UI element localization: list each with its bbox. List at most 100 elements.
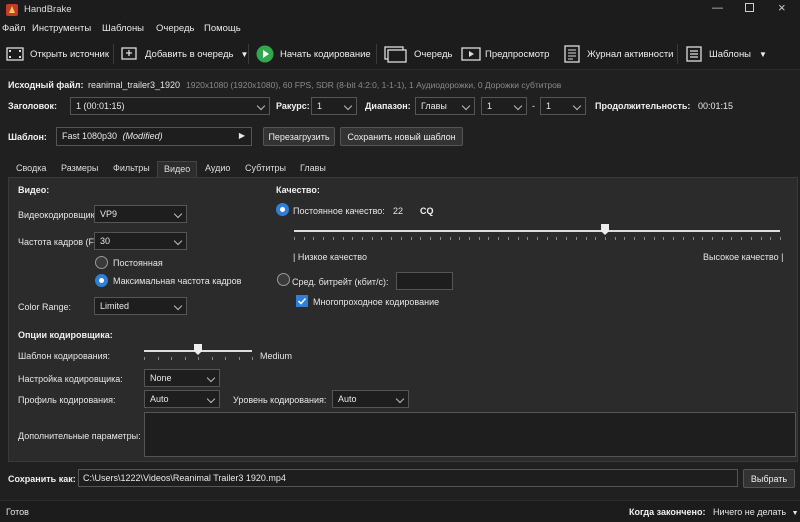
framerate-select[interactable]: 30 xyxy=(94,232,187,250)
range-end-select[interactable]: 1 xyxy=(540,97,586,115)
video-codec-select[interactable]: VP9 xyxy=(94,205,187,223)
menu-presets[interactable]: Шаблоны xyxy=(102,23,144,34)
quality-section-heading: Качество: xyxy=(276,185,320,195)
slider-tick xyxy=(634,237,636,240)
constant-quality-radio[interactable] xyxy=(276,203,289,216)
slider-tick xyxy=(420,237,422,240)
peak-framerate-radio[interactable] xyxy=(95,274,108,287)
title-select[interactable]: 1 (00:01:15) xyxy=(70,97,270,115)
duration-value: 00:01:15 xyxy=(698,101,734,111)
film-icon xyxy=(6,45,24,63)
slider-tick xyxy=(624,237,626,240)
tab-filters[interactable]: Фильтры xyxy=(113,161,150,177)
activity-log-button[interactable]: Журнал активности xyxy=(563,42,674,66)
toolbar-divider xyxy=(248,44,249,64)
slider-tick xyxy=(537,237,538,240)
avg-bitrate-input[interactable] xyxy=(396,272,453,290)
start-encode-button[interactable]: Начать кодирование xyxy=(256,42,371,66)
when-done-select[interactable]: Ничего не делать ▼ xyxy=(713,507,799,517)
quality-slider[interactable] xyxy=(294,224,781,240)
presets-button[interactable]: Шаблоны ▼ xyxy=(685,42,767,66)
slider-tick xyxy=(760,237,762,240)
slider-tick xyxy=(391,237,393,240)
encoder-preset-thumb[interactable] xyxy=(194,344,202,355)
browse-button[interactable]: Выбрать xyxy=(743,469,795,488)
title-label: Заголовок: xyxy=(8,101,58,111)
multipass-checkbox[interactable] xyxy=(296,295,308,307)
start-encode-label: Начать кодирование xyxy=(280,48,371,60)
encoder-tune-select[interactable]: None xyxy=(144,369,220,387)
menu-tools[interactable]: Инструменты xyxy=(32,23,91,34)
color-range-select[interactable]: Limited xyxy=(94,297,187,315)
activity-log-label: Журнал активности xyxy=(587,48,674,60)
slider-tick xyxy=(711,237,713,240)
preset-select-value: Fast 1080p30 xyxy=(62,131,118,141)
save-new-preset-label: Сохранить новый шаблон xyxy=(347,132,456,142)
slider-tick xyxy=(157,357,159,360)
color-range-label: Color Range: xyxy=(18,302,72,312)
slider-tick xyxy=(507,237,509,240)
save-new-preset-button[interactable]: Сохранить новый шаблон xyxy=(340,127,463,146)
extra-options-textarea[interactable] xyxy=(144,412,796,457)
preview-button[interactable]: Предпросмотр xyxy=(461,42,549,66)
menu-help[interactable]: Помощь xyxy=(204,23,241,34)
when-done-value: Ничего не делать xyxy=(713,507,787,517)
reload-button[interactable]: Перезагрузить xyxy=(263,127,335,146)
tab-subtitles[interactable]: Субтитры xyxy=(245,161,286,177)
menu-file[interactable]: Файл xyxy=(2,23,25,34)
tab-chapters[interactable]: Главы xyxy=(300,161,326,177)
add-to-queue-label: Добавить в очередь xyxy=(145,48,234,60)
source-filename: reanimal_trailer3_1920 xyxy=(88,80,181,90)
browse-label: Выбрать xyxy=(750,474,788,484)
presets-icon xyxy=(685,45,703,63)
encoder-preset-slider[interactable] xyxy=(144,344,253,360)
range-label: Диапазон: xyxy=(365,101,411,111)
slider-tick xyxy=(439,237,441,240)
encoder-profile-label: Профиль кодирования: xyxy=(18,395,116,405)
queue-button[interactable]: Очередь xyxy=(384,42,452,66)
tab-dimensions[interactable]: Размеры xyxy=(61,161,98,177)
slider-tick xyxy=(702,237,704,240)
encoder-level-select[interactable]: Auto xyxy=(332,390,409,408)
range-start-select[interactable]: 1 xyxy=(481,97,527,115)
close-icon[interactable]: × xyxy=(778,0,786,15)
menu-queue[interactable]: Очередь xyxy=(156,23,194,34)
status-text: Готов xyxy=(6,507,29,517)
slider-tick xyxy=(294,237,295,240)
app-logo-icon xyxy=(6,4,18,16)
open-source-button[interactable]: Открыть источник xyxy=(6,42,109,66)
slider-tick xyxy=(252,357,253,360)
slider-tick xyxy=(682,237,684,240)
slider-tick xyxy=(498,237,500,240)
angle-select[interactable]: 1 xyxy=(311,97,357,115)
slider-tick xyxy=(488,237,490,240)
tab-video[interactable]: Видео xyxy=(157,161,198,177)
video-codec-value: VP9 xyxy=(100,209,118,219)
tab-summary[interactable]: Сводка xyxy=(16,161,46,177)
chevron-down-icon[interactable]: ▼ xyxy=(759,50,767,59)
range-type-select[interactable]: Главы xyxy=(415,97,475,115)
slider-tick xyxy=(381,237,383,240)
framerate-value: 30 xyxy=(100,236,111,246)
toolbar-divider xyxy=(376,44,377,64)
add-to-queue-button[interactable]: Добавить в очередь ▼ xyxy=(121,42,248,66)
low-quality-label: | Низкое качество xyxy=(293,252,367,262)
slider-tick xyxy=(643,237,645,240)
duration-label: Продолжительность: xyxy=(595,101,691,111)
tab-audio[interactable]: Аудио xyxy=(205,161,230,177)
constant-framerate-radio[interactable] xyxy=(95,256,108,269)
slider-tick xyxy=(731,237,733,240)
save-path-value: C:\Users\1222\Videos\Reanimal Trailer3 1… xyxy=(83,473,286,483)
minimize-icon[interactable]: — xyxy=(712,2,723,14)
maximize-icon[interactable] xyxy=(745,3,754,12)
quality-slider-thumb[interactable] xyxy=(601,224,610,235)
toolbar-divider xyxy=(677,44,678,64)
peak-framerate-label: Максимальная частота кадров xyxy=(113,276,242,286)
preset-select[interactable]: Fast 1080p30 (Modified) ▶ xyxy=(56,127,252,146)
encoder-profile-select[interactable]: Auto xyxy=(144,390,220,408)
avg-bitrate-radio[interactable] xyxy=(277,273,290,286)
slider-tick xyxy=(449,237,451,240)
slider-tick xyxy=(517,237,519,240)
slider-tick xyxy=(198,357,199,360)
save-path-input[interactable]: C:\Users\1222\Videos\Reanimal Trailer3 1… xyxy=(78,469,738,487)
